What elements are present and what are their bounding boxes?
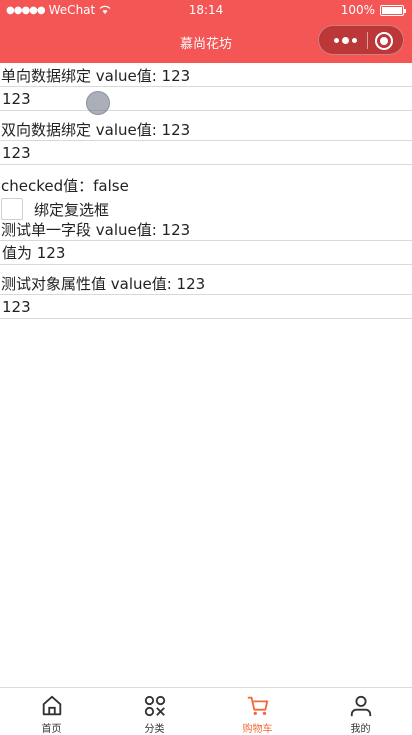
capsule-divider (367, 32, 368, 49)
more-button[interactable] (329, 26, 361, 54)
touch-indicator (86, 91, 110, 115)
tab-mine-label: 我的 (350, 724, 371, 735)
tab-cart[interactable]: 购物车 (206, 688, 309, 735)
battery-icon (380, 4, 406, 16)
battery-percent: 100% (340, 3, 375, 17)
tab-bar: 首页 分类 购物车 我的 (0, 687, 412, 735)
one-way-input[interactable] (0, 86, 412, 111)
tab-cart-label: 购物车 (242, 724, 273, 735)
phone-screen: ●●●●● WeChat 18:14 100% 慕尚花坊 单向数据绑定 valu… (0, 0, 412, 735)
bind-checkbox[interactable] (1, 198, 23, 220)
object-property-input[interactable] (0, 294, 412, 319)
checkbox-label: 绑定复选框 (34, 200, 110, 219)
tab-category[interactable]: 分类 (103, 688, 206, 735)
miniprogram-capsule (318, 25, 404, 55)
two-way-binding-label: 双向数据绑定 value值: 123 (1, 121, 191, 139)
tab-home-label: 首页 (41, 724, 62, 735)
more-dot-icon (333, 37, 339, 43)
category-icon (144, 695, 165, 717)
more-dot-icon (341, 36, 349, 44)
tab-category-label: 分类 (144, 724, 165, 735)
home-icon (42, 695, 61, 716)
checkbox-row[interactable]: 绑定复选框 (0, 197, 412, 221)
more-dot-icon (351, 37, 357, 43)
single-field-label: 测试单一字段 value值: 123 (1, 221, 191, 239)
page-content: 单向数据绑定 value值: 123 双向数据绑定 value值: 123 ch… (0, 63, 412, 319)
tab-home[interactable]: 首页 (0, 688, 103, 735)
status-bar: ●●●●● WeChat 18:14 100% (0, 0, 412, 21)
single-field-input[interactable] (0, 240, 412, 265)
one-way-binding-label: 单向数据绑定 value值: 123 (1, 67, 191, 85)
navigation-bar: 慕尚花坊 (0, 21, 412, 63)
tab-mine[interactable]: 我的 (309, 688, 412, 735)
cart-icon (247, 696, 268, 716)
user-icon (350, 695, 371, 717)
checked-value-label: checked值：false (1, 177, 129, 195)
close-miniprogram-icon[interactable] (375, 32, 393, 50)
two-way-input[interactable] (0, 140, 412, 165)
status-right: 100% (340, 3, 406, 17)
object-property-label: 测试对象属性值 value值: 123 (1, 275, 206, 293)
